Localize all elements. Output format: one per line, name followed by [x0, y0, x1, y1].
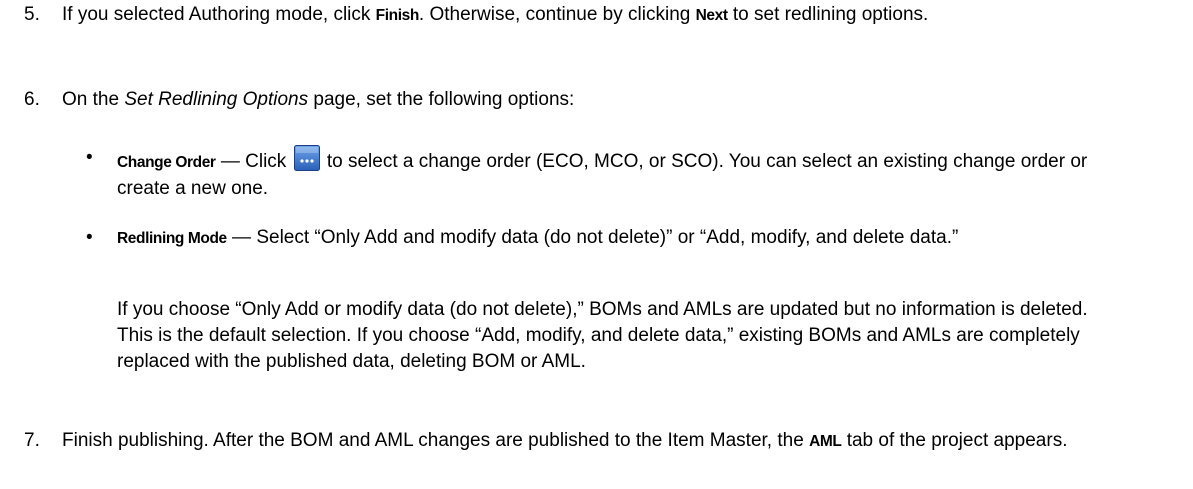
step-number: 5.	[24, 4, 40, 25]
next-label: Next	[695, 7, 728, 24]
step-text: On the Set Redlining Options page, set t…	[62, 87, 1182, 113]
ellipsis-icon-graphic	[293, 145, 320, 171]
text-run: . Otherwise, continue by clicking	[418, 4, 696, 25]
step-number: 7.	[24, 430, 40, 451]
redlining-mode-label: Redlining Mode	[117, 230, 227, 247]
text-run: — Click	[215, 151, 292, 172]
finish-label: Finish	[375, 7, 420, 24]
text-run: page, set the following options:	[308, 89, 575, 110]
step-6: 6. On the Set Redlining Options page, se…	[0, 87, 1182, 113]
bullet-redlining-mode: • Redlining Mode — Select “Only Add and …	[0, 225, 1117, 252]
step-text: If you selected Authoring mode, click Fi…	[62, 2, 1182, 29]
step-number: 6.	[24, 89, 40, 110]
text-run: On the	[62, 89, 125, 110]
text-run: Finish publishing. After the BOM and AML…	[62, 430, 810, 451]
bullet-text: Redlining Mode — Select “Only Add and mo…	[117, 225, 1117, 252]
aml-label: AML	[809, 433, 842, 450]
page-name: Set Redlining Options	[124, 89, 309, 110]
step-7: 7. Finish publishing. After the BOM and …	[0, 428, 1182, 455]
bullet-dot: •	[86, 147, 93, 168]
step-5: 5. If you selected Authoring mode, click…	[0, 2, 1182, 29]
text-run: — Select “Only Add and modify data (do n…	[226, 227, 959, 248]
text-run: to set redlining options.	[727, 4, 929, 25]
bullet-text: Change Order — Click to select a change …	[117, 145, 1117, 202]
bullet-change-order: • Change Order — Click to select a chang…	[0, 145, 1117, 202]
bullet-dot: •	[86, 227, 93, 248]
ellipsis-browse-button-icon	[293, 145, 320, 171]
text-run: tab of the project appears.	[841, 430, 1068, 451]
redlining-explanation: If you choose “Only Add or modify data (…	[117, 299, 1088, 372]
text-run: If you selected Authoring mode, click	[62, 4, 376, 25]
change-order-label: Change Order	[117, 154, 216, 171]
step-text: Finish publishing. After the BOM and AML…	[62, 428, 1182, 455]
